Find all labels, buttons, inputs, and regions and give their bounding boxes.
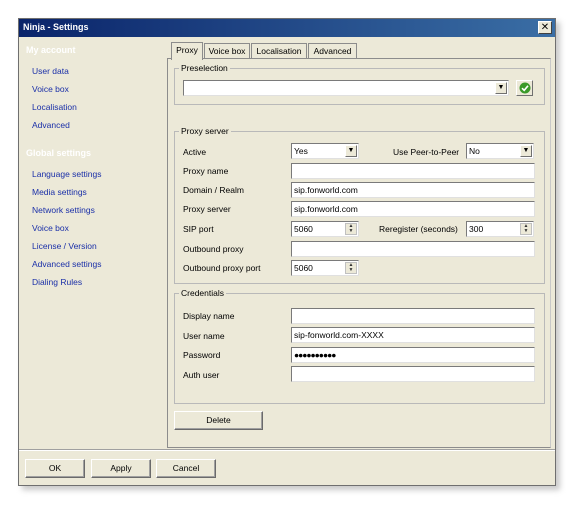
proxy-server-input[interactable]: sip.fonworld.com	[291, 201, 535, 217]
sip-port-stepper[interactable]: 5060 ▲ ▼	[291, 221, 359, 237]
proxy-server-label: Proxy server	[179, 126, 231, 136]
sidebar-item-media-settings[interactable]: Media settings	[32, 187, 87, 197]
chevron-down-icon[interactable]: ▼	[495, 82, 507, 94]
global-settings-header: Global settings	[26, 148, 92, 158]
spinner-icon[interactable]: ▲ ▼	[345, 223, 357, 235]
sidebar-item-voice-box[interactable]: Voice box	[32, 84, 69, 94]
apply-button[interactable]: Apply	[91, 459, 151, 478]
user-name-input[interactable]: sip-fonworld.com-XXXX	[291, 327, 535, 343]
spinner-icon[interactable]: ▲ ▼	[345, 262, 357, 274]
proxy-name-input[interactable]	[291, 163, 535, 179]
reregister-stepper[interactable]: 300 ▲ ▼	[466, 221, 534, 237]
cancel-button[interactable]: Cancel	[156, 459, 216, 478]
reregister-value: 300	[469, 224, 484, 234]
active-select[interactable]: Yes ▼	[291, 143, 359, 159]
sip-port-label: SIP port	[183, 224, 214, 234]
outbound-proxy-input[interactable]	[291, 241, 535, 257]
tab-proxy[interactable]: Proxy	[171, 42, 203, 60]
settings-window: Ninja - Settings ✕ My account User data …	[18, 18, 556, 486]
title-bar: Ninja - Settings ✕	[19, 19, 555, 37]
preselection-group: Preselection ▼	[174, 63, 545, 105]
sidebar-item-localisation[interactable]: Localisation	[32, 102, 77, 112]
outbound-proxy-port-stepper[interactable]: 5060 ▲ ▼	[291, 260, 359, 276]
credentials-group: Credentials Display name User name sip-f…	[174, 288, 545, 404]
tab-advanced[interactable]: Advanced	[308, 43, 357, 59]
display-name-input[interactable]	[291, 308, 535, 324]
peer-to-peer-value: No	[469, 146, 480, 156]
active-value: Yes	[294, 146, 308, 156]
credentials-label: Credentials	[179, 288, 226, 298]
sidebar-item-global-voice-box[interactable]: Voice box	[32, 223, 69, 233]
footer-divider	[19, 449, 555, 451]
sidebar-item-user-data[interactable]: User data	[32, 66, 69, 76]
outbound-proxy-port-value: 5060	[294, 263, 313, 273]
preselection-select[interactable]: ▼	[183, 80, 509, 96]
proxy-panel: Preselection ▼ Proxy server Active Yes ▼…	[167, 58, 551, 448]
domain-realm-label: Domain / Realm	[183, 185, 244, 195]
active-label: Active	[183, 147, 207, 157]
chevron-down-icon[interactable]: ▼	[520, 145, 532, 157]
password-input[interactable]: ●●●●●●●●●●	[291, 347, 535, 363]
tab-voice-box[interactable]: Voice box	[204, 43, 250, 59]
window-title: Ninja - Settings	[23, 22, 89, 32]
my-account-header: My account	[26, 45, 76, 55]
spinner-icon[interactable]: ▲ ▼	[520, 223, 532, 235]
chevron-down-icon[interactable]: ▼	[345, 145, 357, 157]
sidebar: My account User data Voice box Localisat…	[19, 37, 164, 447]
tab-localisation[interactable]: Localisation	[251, 43, 307, 59]
reregister-label: Reregister (seconds)	[379, 224, 458, 234]
user-name-label: User name	[183, 331, 225, 341]
delete-button[interactable]: Delete	[174, 411, 263, 430]
apply-preselection-button[interactable]	[516, 80, 533, 96]
sidebar-item-license-version[interactable]: License / Version	[32, 241, 97, 251]
sidebar-item-language-settings[interactable]: Language settings	[32, 169, 101, 179]
sip-port-value: 5060	[294, 224, 313, 234]
sidebar-item-network-settings[interactable]: Network settings	[32, 205, 95, 215]
display-name-label: Display name	[183, 311, 235, 321]
sidebar-item-advanced[interactable]: Advanced	[32, 120, 70, 130]
close-button[interactable]: ✕	[538, 21, 552, 34]
preselection-label: Preselection	[179, 63, 230, 73]
outbound-proxy-port-label: Outbound proxy port	[183, 263, 261, 273]
auth-user-label: Auth user	[183, 370, 220, 380]
checkmark-icon	[519, 82, 531, 94]
auth-user-input[interactable]	[291, 366, 535, 382]
peer-to-peer-select[interactable]: No ▼	[466, 143, 534, 159]
password-label: Password	[183, 350, 221, 360]
peer-to-peer-label: Use Peer-to-Peer	[393, 147, 460, 157]
proxy-server-group: Proxy server Active Yes ▼ Use Peer-to-Pe…	[174, 126, 545, 284]
domain-realm-input[interactable]: sip.fonworld.com	[291, 182, 535, 198]
outbound-proxy-label: Outbound proxy	[183, 244, 244, 254]
ok-button[interactable]: OK	[25, 459, 85, 478]
sidebar-item-dialing-rules[interactable]: Dialing Rules	[32, 277, 82, 287]
sidebar-item-advanced-settings[interactable]: Advanced settings	[32, 259, 101, 269]
proxy-server-field-label: Proxy server	[183, 204, 231, 214]
proxy-name-label: Proxy name	[183, 166, 229, 176]
